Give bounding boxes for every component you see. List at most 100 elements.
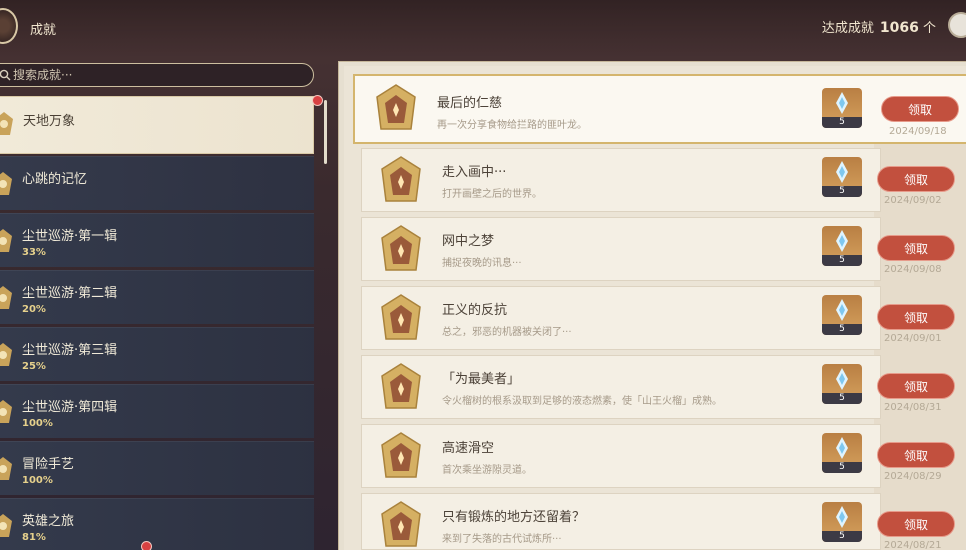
page-title: 成就 — [30, 23, 57, 38]
category-item[interactable]: 英雄之旅 81% — [0, 498, 314, 550]
primogem-reward: 5 — [822, 502, 862, 542]
medal-icon — [0, 343, 12, 366]
claim-button[interactable]: 领取 — [877, 235, 955, 261]
achievement-title: 最后的仁慈 — [437, 96, 503, 111]
medal-icon — [0, 172, 12, 195]
notification-dot — [312, 95, 323, 106]
claim-button[interactable]: 领取 — [881, 96, 959, 122]
top-bar: 成就 达成成就 1066 个 — [0, 0, 966, 58]
achievement-description: 打开画壁之后的世界。 — [442, 189, 542, 200]
medal-icon — [0, 400, 12, 423]
category-scrollbar[interactable] — [324, 100, 327, 164]
category-name: 英雄之旅 — [22, 514, 75, 529]
reward-count: 5 — [822, 324, 862, 335]
achievement-date: 2024/09/18 — [889, 126, 947, 137]
primogem-icon — [836, 299, 848, 321]
summary-unit: 个 — [922, 21, 936, 36]
medal-icon — [0, 229, 12, 252]
category-item[interactable]: 尘世巡游·第二辑 20% — [0, 270, 314, 324]
category-item[interactable]: 天地万象 — [0, 96, 314, 154]
claim-button[interactable]: 领取 — [877, 442, 955, 468]
primogem-icon — [836, 161, 848, 183]
category-progress: 33% — [22, 247, 46, 258]
category-item[interactable]: 心跳的记忆 — [0, 156, 314, 210]
achievement-medal-icon — [381, 363, 421, 409]
achievement-title: 只有锻炼的地方还留着？ — [442, 510, 586, 525]
achievement-title: 网中之梦 — [442, 234, 495, 249]
achievement-title: 走入画中··· — [442, 165, 507, 180]
category-item[interactable]: 尘世巡游·第四辑 100% — [0, 384, 314, 438]
achievement-summary: 达成成就 1066 个 — [822, 17, 936, 36]
achievement-card[interactable]: 走入画中··· 打开画壁之后的世界。 5 — [361, 148, 881, 212]
achievement-title: 正义的反抗 — [442, 303, 508, 318]
achievement-date: 2024/08/21 — [884, 540, 942, 550]
search-input[interactable] — [13, 64, 293, 86]
achievement-date: 2024/09/02 — [884, 195, 942, 206]
category-name: 天地万象 — [23, 114, 76, 129]
primogem-reward: 5 — [822, 157, 862, 197]
category-progress: 20% — [22, 304, 46, 315]
claim-button[interactable]: 领取 — [877, 166, 955, 192]
category-item[interactable]: 尘世巡游·第三辑 25% — [0, 327, 314, 381]
achievement-description: 来到了失落的古代试炼所··· — [442, 534, 562, 545]
achievement-date: 2024/09/01 — [884, 333, 942, 344]
category-progress: 100% — [22, 418, 53, 429]
achievement-title: 「为最美者」 — [442, 372, 521, 387]
search-box[interactable] — [0, 63, 314, 87]
category-name: 冒险手艺 — [22, 457, 75, 472]
achievement-date: 2024/09/08 — [884, 264, 942, 275]
primogem-icon — [836, 368, 848, 390]
reward-count: 5 — [822, 462, 862, 473]
reward-count: 5 — [822, 117, 862, 128]
summary-label: 达成成就 — [821, 21, 874, 36]
category-item[interactable]: 冒险手艺 100% — [0, 441, 314, 495]
category-progress: 100% — [22, 475, 53, 486]
claim-button[interactable]: 领取 — [877, 511, 955, 537]
medal-icon — [0, 286, 12, 309]
reward-count: 5 — [822, 255, 862, 266]
achievement-card[interactable]: 「为最美者」 令火榴树的根系汲取到足够的液态燃素，使「山王火榴」成熟。 5 — [361, 355, 881, 419]
category-item[interactable]: 尘世巡游·第一辑 33% — [0, 213, 314, 267]
achievement-description: 令火榴树的根系汲取到足够的液态燃素，使「山王火榴」成熟。 — [442, 396, 722, 407]
primogem-reward: 5 — [822, 295, 862, 335]
category-name: 尘世巡游·第四辑 — [22, 400, 118, 415]
achievement-medal-icon — [381, 432, 421, 478]
achievement-medal-icon — [381, 294, 421, 340]
achievement-medal-icon — [381, 225, 421, 271]
claim-button[interactable]: 领取 — [877, 373, 955, 399]
category-name: 尘世巡游·第三辑 — [22, 343, 118, 358]
achievement-emblem-icon — [0, 8, 18, 44]
category-name: 心跳的记忆 — [22, 172, 88, 187]
achievement-title: 高速滑空 — [442, 441, 495, 456]
category-name: 尘世巡游·第二辑 — [22, 286, 118, 301]
summary-count: 1066 — [879, 20, 919, 36]
achievement-card[interactable]: 只有锻炼的地方还留着？ 来到了失落的古代试炼所··· 5 — [361, 493, 881, 550]
primogem-reward: 5 — [822, 226, 862, 266]
primogem-icon — [836, 437, 848, 459]
achievement-medal-icon — [381, 501, 421, 547]
category-progress: 25% — [22, 361, 46, 372]
medal-icon — [0, 514, 12, 537]
reward-count: 5 — [822, 186, 862, 197]
close-button[interactable] — [948, 12, 966, 38]
achievement-date: 2024/08/31 — [884, 402, 942, 413]
achievement-description: 首次乘坐游隙灵道。 — [442, 465, 532, 476]
reward-count: 5 — [822, 393, 862, 404]
claim-button[interactable]: 领取 — [877, 304, 955, 330]
search-icon — [0, 69, 11, 81]
achievement-card[interactable]: 高速滑空 首次乘坐游隙灵道。 5 — [361, 424, 881, 488]
achievement-medal-icon — [381, 156, 421, 202]
achievement-description: 总之，邪恶的机器被关闭了··· — [442, 327, 572, 338]
reward-count: 5 — [822, 531, 862, 542]
primogem-reward: 5 — [822, 88, 862, 128]
achievement-description: 捕捉夜晚的讯息··· — [442, 258, 522, 269]
category-progress: 81% — [22, 532, 46, 543]
achievement-card[interactable]: 正义的反抗 总之，邪恶的机器被关闭了··· 5 — [361, 286, 881, 350]
achievement-card[interactable]: 网中之梦 捕捉夜晚的讯息··· 5 — [361, 217, 881, 281]
primogem-reward: 5 — [822, 433, 862, 473]
achievement-card[interactable]: 最后的仁慈 再一次分享食物给拦路的匪叶龙。 5 — [353, 74, 966, 144]
achievement-date: 2024/08/29 — [884, 471, 942, 482]
primogem-icon — [836, 506, 848, 528]
medal-icon — [0, 457, 12, 480]
primogem-icon — [836, 230, 848, 252]
